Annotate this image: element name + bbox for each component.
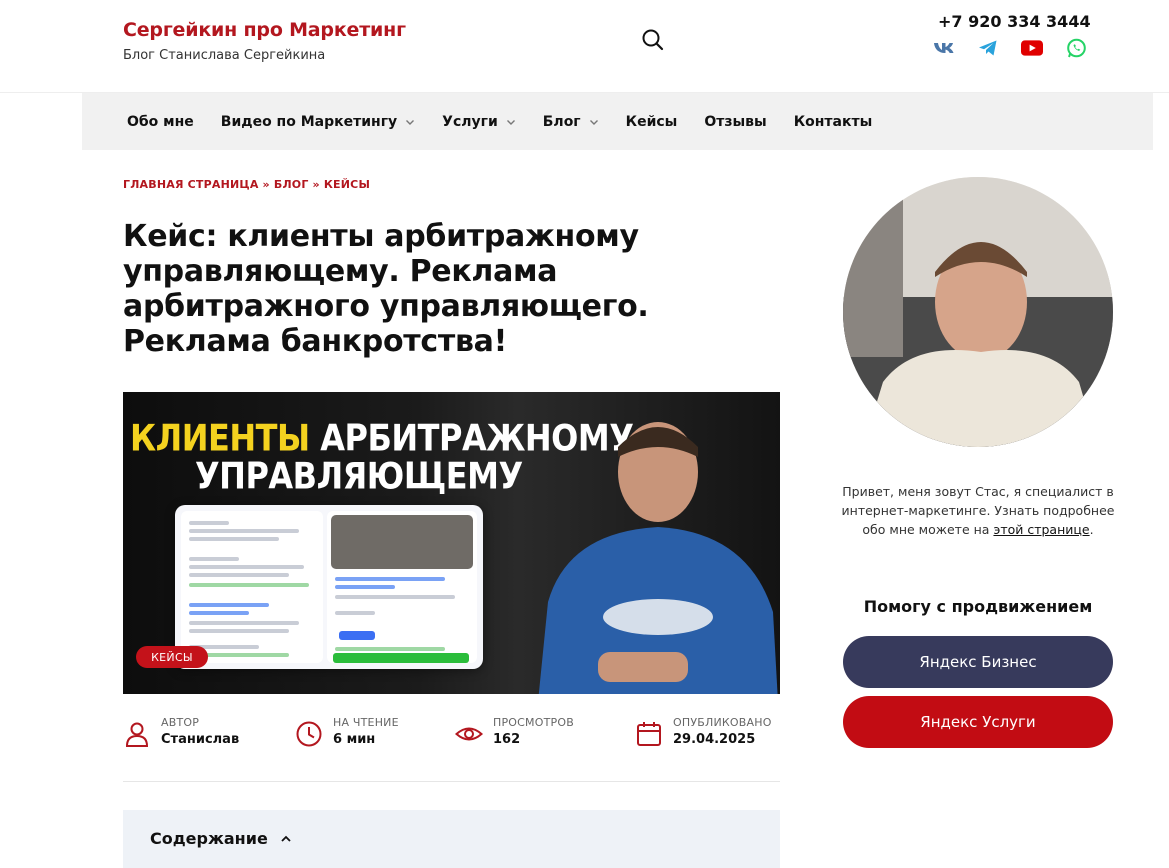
about-text-end: .	[1089, 522, 1094, 537]
article-meta: АВТОР Станислав НА ЧТЕНИЕ 6 мин ПРОСМОТРОВ…	[123, 716, 780, 766]
hero-headline-line2: УПРАВЛЯЮЩЕМУ	[195, 454, 523, 498]
site-header: Сергейкин про Маркетинг Блог Станислава …	[0, 0, 1169, 93]
clock-icon	[296, 721, 322, 747]
hero-card-video-thumb	[331, 515, 473, 569]
breadcrumb-blog[interactable]: БЛОГ	[274, 178, 309, 191]
help-heading: Помогу с продвижением	[863, 597, 1093, 616]
page-title: Кейс: клиенты арбитражному управляющему.…	[123, 219, 649, 359]
nav-item-cases[interactable]: Кейсы	[626, 114, 678, 130]
breadcrumb-separator: »	[262, 178, 270, 191]
meta-reading-time: НА ЧТЕНИЕ 6 мин	[295, 716, 399, 748]
social-links	[933, 37, 1087, 59]
youtube-icon[interactable]	[1021, 37, 1043, 59]
nav-item-label: Услуги	[442, 113, 498, 130]
meta-published: ОПУБЛИКОВАНО 29.04.2025	[635, 716, 772, 748]
vk-icon[interactable]	[933, 37, 955, 59]
meta-views: ПРОСМОТРОВ 162	[455, 716, 574, 748]
about-page-link[interactable]: этой странице	[993, 522, 1089, 537]
toc-title: Содержание	[150, 829, 268, 848]
hero-card-list	[181, 511, 323, 663]
meta-value: 162	[493, 732, 521, 747]
chevron-down-icon	[589, 119, 598, 125]
author-avatar	[843, 177, 1113, 447]
nav-item-label: Блог	[542, 113, 581, 130]
chevron-down-icon	[506, 119, 515, 125]
phone-link[interactable]: +7 920 334 3444	[938, 12, 1091, 31]
meta-label: ОПУБЛИКОВАНО	[673, 716, 772, 729]
chevron-down-icon	[406, 119, 415, 125]
hero-person-photo	[538, 422, 778, 694]
nav-item-about[interactable]: Обо мне	[127, 114, 194, 130]
meta-label: ПРОСМОТРОВ	[493, 716, 574, 729]
nav-item-reviews[interactable]: Отзывы	[704, 114, 766, 130]
meta-value: 29.04.2025	[673, 732, 756, 747]
hero-screenshot-card	[175, 505, 483, 669]
nav-item-label: Контакты	[793, 113, 873, 130]
breadcrumb-home[interactable]: ГЛАВНАЯ СТРАНИЦА	[123, 178, 259, 191]
nav-item-blog[interactable]: Блог	[543, 114, 599, 130]
search-icon[interactable]	[641, 28, 665, 52]
chevron-up-icon	[281, 835, 291, 842]
site-title-link[interactable]: Сергейкин про Маркетинг	[123, 19, 406, 41]
eye-icon	[455, 727, 483, 741]
category-badge[interactable]: КЕЙСЫ	[136, 646, 208, 668]
yandex-business-button[interactable]: Яндекс Бизнес	[843, 636, 1113, 688]
yandex-services-button[interactable]: Яндекс Услуги	[843, 696, 1113, 748]
article-hero-image: КЛИЕНТЫ АРБИТРАЖНОМУ УПРАВЛЯЮЩЕМУ КЕЙСЫ	[123, 392, 780, 694]
breadcrumb-cases[interactable]: КЕЙСЫ	[324, 178, 370, 191]
nav-item-label: Видео по Маркетингу	[220, 113, 398, 130]
breadcrumb-separator: »	[312, 178, 320, 191]
meta-label: АВТОР	[161, 716, 200, 729]
calendar-icon	[637, 722, 661, 746]
nav-item-label: Кейсы	[625, 113, 678, 130]
whatsapp-icon[interactable]	[1065, 37, 1087, 59]
nav-item-label: Обо мне	[127, 113, 194, 130]
meta-value: 6 мин	[333, 732, 376, 747]
nav-item-label: Отзывы	[704, 113, 767, 130]
nav-item-contacts[interactable]: Контакты	[794, 114, 873, 130]
hero-card-detail	[327, 511, 477, 663]
author-about: Привет, меня зовут Стас, я специалист в …	[838, 482, 1118, 539]
nav-item-video-marketing[interactable]: Видео по Маркетингу	[221, 114, 415, 130]
main-navigation: Обо мне Видео по Маркетингу Услуги Блог …	[82, 93, 1153, 150]
toc-toggle[interactable]: Содержание	[150, 829, 292, 848]
meta-value: Станислав	[161, 732, 240, 747]
user-icon	[125, 722, 149, 747]
meta-author: АВТОР Станислав	[123, 716, 239, 748]
nav-item-services[interactable]: Услуги	[442, 114, 516, 130]
breadcrumb: ГЛАВНАЯ СТРАНИЦА » БЛОГ » КЕЙСЫ	[123, 178, 370, 191]
meta-label: НА ЧТЕНИЕ	[333, 716, 399, 729]
meta-divider	[123, 781, 780, 782]
site-description: Блог Станислава Сергейкина	[123, 48, 326, 63]
table-of-contents: Содержание	[123, 810, 780, 868]
telegram-icon[interactable]	[977, 37, 999, 59]
